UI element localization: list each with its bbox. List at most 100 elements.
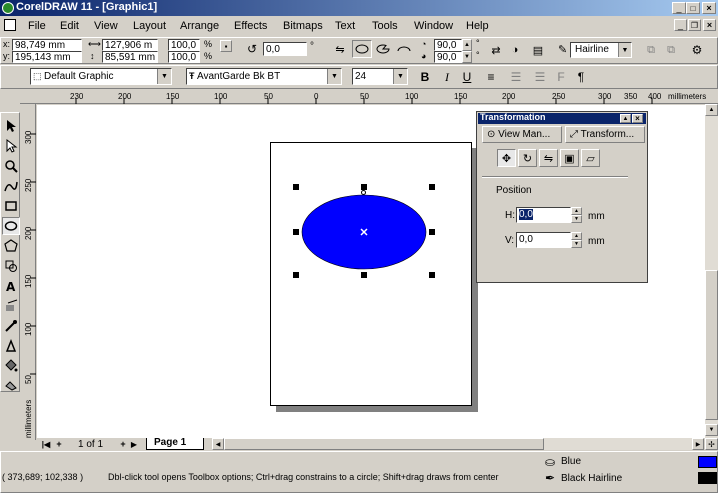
- interactive-fill-tool-icon[interactable]: [2, 375, 20, 393]
- add-page-after-button[interactable]: +: [118, 438, 128, 450]
- pie-mode-button[interactable]: [373, 40, 393, 58]
- skew-mode-button[interactable]: ▱: [581, 149, 600, 167]
- menu-edit[interactable]: Edit: [60, 20, 79, 32]
- menu-window[interactable]: Window: [414, 20, 453, 32]
- angle-start-spinner[interactable]: ▲: [462, 39, 472, 51]
- text-tool-icon[interactable]: A: [2, 277, 20, 295]
- pick-tool-icon[interactable]: [2, 117, 20, 135]
- font-size-dropdown-arrow[interactable]: ▼: [393, 69, 407, 84]
- rotate-mode-button[interactable]: ↻: [518, 149, 537, 167]
- position-mode-button[interactable]: ✥: [497, 149, 516, 167]
- x-position-field[interactable]: 98,749 mm: [12, 39, 82, 51]
- hscroll-thumb[interactable]: [224, 438, 544, 450]
- wrap-icon[interactable]: ◑: [507, 42, 523, 58]
- ruler-origin-corner[interactable]: [2, 90, 20, 104]
- page-tab[interactable]: Page 1: [146, 437, 204, 450]
- zoom-tool-icon[interactable]: [2, 157, 20, 175]
- italic-button[interactable]: I: [438, 68, 456, 86]
- next-page-button[interactable]: ▶: [128, 438, 140, 450]
- bullet-button[interactable]: ☰: [506, 68, 526, 86]
- outline-dropdown-arrow[interactable]: ▼: [618, 43, 631, 57]
- outline-color-swatch[interactable]: [698, 472, 717, 484]
- docker-collapse-button[interactable]: ▲: [620, 114, 631, 123]
- add-page-before-button[interactable]: +: [54, 438, 64, 450]
- ellipse-mode-button[interactable]: [352, 40, 372, 58]
- maximize-button[interactable]: □: [686, 2, 700, 14]
- rotation-field[interactable]: 0,0: [263, 42, 307, 56]
- direction-icon[interactable]: ⇄: [488, 42, 504, 58]
- hscroll-right-arrow[interactable]: ▶: [692, 438, 704, 450]
- menu-bitmaps[interactable]: Bitmaps: [283, 20, 323, 32]
- format-text-button[interactable]: F: [552, 68, 570, 86]
- first-page-button[interactable]: |◀: [40, 438, 52, 450]
- selection-handle-e[interactable]: [429, 229, 435, 235]
- eyedropper-tool-icon[interactable]: [2, 317, 20, 335]
- hscroll-left-arrow[interactable]: ◀: [212, 438, 224, 450]
- align-button[interactable]: ≡: [480, 68, 502, 86]
- paragraph-button[interactable]: ¶: [572, 68, 590, 86]
- menu-text[interactable]: Text: [335, 20, 355, 32]
- navigator-button[interactable]: ✢: [705, 438, 718, 450]
- scale-x-field[interactable]: 100,0: [168, 39, 200, 51]
- v-position-field[interactable]: 0,0: [516, 232, 571, 248]
- underline-button[interactable]: U: [458, 68, 476, 86]
- freehand-tool-icon[interactable]: [2, 177, 20, 195]
- minimize-button[interactable]: _: [672, 2, 686, 14]
- docker-close-button[interactable]: ×: [632, 114, 643, 123]
- close-button[interactable]: ×: [702, 2, 716, 14]
- height-field[interactable]: 85,591 mm: [102, 51, 158, 63]
- lock-ratio-icon[interactable]: ▪: [220, 40, 232, 52]
- menu-effects[interactable]: Effects: [234, 20, 267, 32]
- to-back-icon[interactable]: ⧉: [662, 42, 680, 58]
- selection-handle-s[interactable]: [361, 272, 367, 278]
- vscroll-up-arrow[interactable]: ▲: [705, 104, 718, 116]
- menu-layout[interactable]: Layout: [133, 20, 166, 32]
- v-spinner-up[interactable]: ▲: [571, 232, 582, 240]
- menu-view[interactable]: View: [94, 20, 118, 32]
- graphic-style-dropdown-arrow[interactable]: ▼: [157, 69, 171, 84]
- fill-tool-icon[interactable]: [2, 357, 20, 375]
- basic-shapes-tool-icon[interactable]: [2, 257, 20, 275]
- y-position-field[interactable]: 195,143 mm: [12, 51, 82, 63]
- arc-mode-button[interactable]: [394, 40, 414, 58]
- ellipse-tool-icon[interactable]: [2, 217, 20, 235]
- selection-handle-nw[interactable]: [293, 184, 299, 190]
- menu-help[interactable]: Help: [466, 20, 489, 32]
- to-front-icon[interactable]: ⧉: [642, 42, 660, 58]
- scale-mirror-mode-button[interactable]: ⇋: [539, 149, 558, 167]
- angle-end-spinner[interactable]: ▼: [462, 51, 472, 63]
- menu-tools[interactable]: Tools: [372, 20, 398, 32]
- angle-start-field[interactable]: 90,0: [434, 39, 462, 51]
- font-dropdown-arrow[interactable]: ▼: [327, 69, 341, 84]
- scale-y-field[interactable]: 100,0: [168, 51, 200, 63]
- tab-view-manager[interactable]: ⊙ View Man...: [482, 126, 562, 143]
- menu-arrange[interactable]: Arrange: [180, 20, 219, 32]
- drop-cap-button[interactable]: ☰: [530, 68, 550, 86]
- polygon-tool-icon[interactable]: [2, 237, 20, 255]
- mirror-icon[interactable]: ⇋: [330, 40, 350, 58]
- interactive-blend-tool-icon[interactable]: [2, 297, 20, 315]
- tab-transformation[interactable]: ⤢ Transform...: [565, 126, 645, 143]
- ellipse-node[interactable]: [361, 190, 366, 195]
- h-spinner-down[interactable]: ▼: [571, 215, 582, 223]
- shape-tool-icon[interactable]: [2, 137, 20, 155]
- doc-restore-button[interactable]: ❐: [688, 19, 701, 31]
- h-spinner-up[interactable]: ▲: [571, 207, 582, 215]
- selection-handle-sw[interactable]: [293, 272, 299, 278]
- menu-file[interactable]: File: [28, 20, 46, 32]
- v-spinner-down[interactable]: ▼: [571, 240, 582, 248]
- convert-to-curves-icon[interactable]: ⚙: [688, 42, 706, 58]
- selection-handle-ne[interactable]: [429, 184, 435, 190]
- size-mode-button[interactable]: ▣: [560, 149, 579, 167]
- vscroll-down-arrow[interactable]: ▼: [705, 424, 718, 436]
- selection-handle-w[interactable]: [293, 229, 299, 235]
- width-field[interactable]: 127,906 m: [102, 39, 158, 51]
- rectangle-tool-icon[interactable]: [2, 197, 20, 215]
- vscroll-thumb[interactable]: [705, 270, 718, 420]
- wrap-paragraph-icon[interactable]: ▤: [528, 42, 548, 58]
- h-position-field[interactable]: 0,0: [516, 207, 571, 223]
- fill-color-swatch[interactable]: [698, 456, 717, 468]
- vertical-ruler[interactable]: [20, 104, 36, 440]
- angle-end-field[interactable]: 90,0: [434, 51, 462, 63]
- font-select[interactable]: Ŧ AvantGarde Bk BT: [186, 68, 342, 85]
